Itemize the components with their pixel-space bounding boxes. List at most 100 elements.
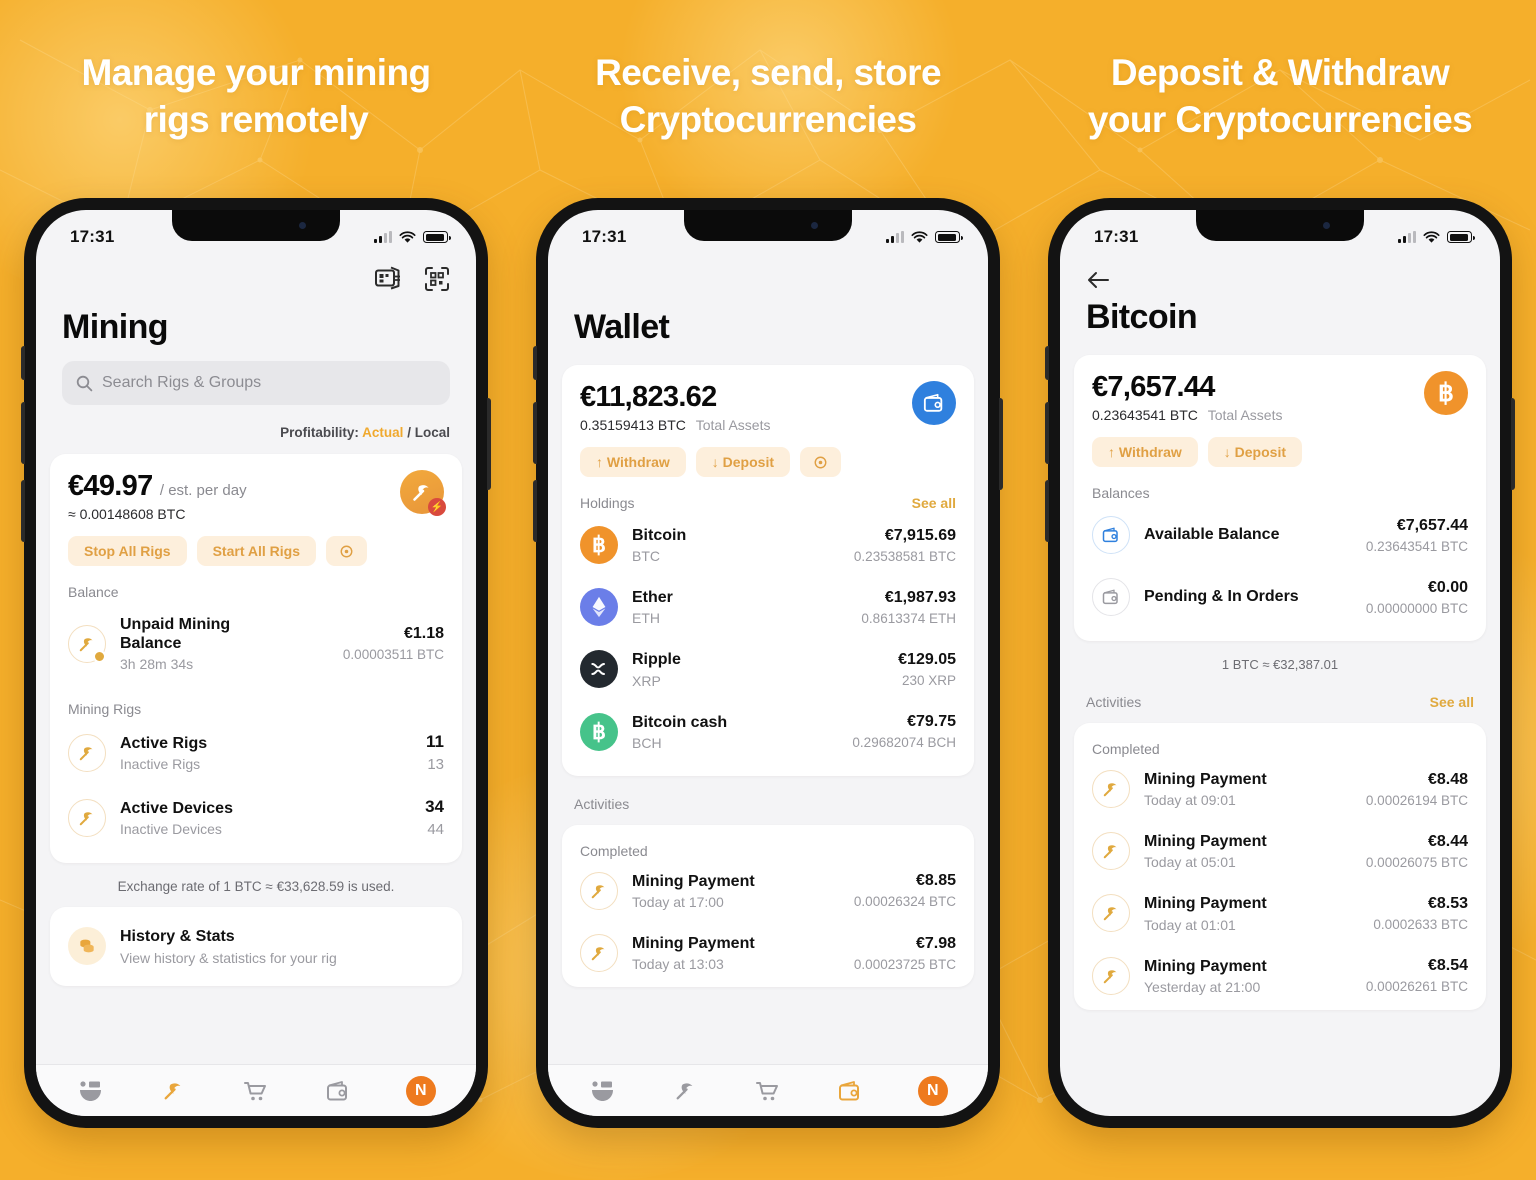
wallet-settings-button[interactable]	[800, 447, 841, 477]
pending-orders-value: €0.00	[1427, 578, 1468, 596]
list-item[interactable]: ฿ Bitcoin BTC €7,915.69 0.23538581 BTC	[580, 513, 956, 575]
page-title: Bitcoin	[1086, 298, 1198, 336]
search-placeholder: Search Rigs & Groups	[102, 374, 262, 391]
list-item[interactable]: Ripple XRP €129.05 230 XRP	[580, 637, 956, 699]
list-item[interactable]: Pending & In Orders €0.00 0.00000000 BTC	[1092, 565, 1468, 627]
activities-card: Completed Mining Payment Today at 09:01	[1074, 723, 1486, 1010]
phone-frame-bitcoin: 17:31 Bitcoin €7,657.44 0.23643541 BTC T…	[1045, 198, 1515, 1128]
panel-bitcoin: Deposit & Withdraw your Cryptocurrencies…	[1024, 0, 1536, 1128]
ripple-icon	[580, 650, 618, 689]
app-body-bitcoin: Bitcoin €7,657.44 0.23643541 BTC Total A…	[1060, 258, 1500, 1116]
phone-frame-wallet: 17:31 Wallet €11,823.62 0.35159413 BTC T…	[533, 198, 1003, 1128]
pickaxe-icon	[68, 798, 106, 837]
list-item[interactable]: Available Balance €7,657.44 0.23643541 B…	[1092, 503, 1468, 565]
profitability-separator: /	[407, 425, 411, 440]
pending-orders-title: Pending & In Orders	[1144, 588, 1299, 606]
activity-time: Today at 13:03	[632, 956, 724, 973]
headline-line-2: rigs remotely	[143, 98, 369, 140]
qr-scan-icon[interactable]	[424, 266, 450, 292]
profitability-actual[interactable]: Actual	[362, 425, 403, 440]
bitcoin-cash-icon: ฿	[580, 712, 618, 751]
status-time: 17:31	[582, 227, 627, 246]
activity-title: Mining Payment	[1144, 833, 1267, 851]
wallet-icon	[912, 381, 956, 425]
headline-line-2: Cryptocurrencies	[619, 98, 917, 140]
holding-fiat: €129.05	[898, 650, 956, 668]
status-time: 17:31	[1094, 227, 1139, 246]
battery-icon	[935, 231, 963, 243]
panel-wallet: Receive, send, store Cryptocurrencies 17…	[512, 0, 1024, 1128]
inactive-rigs-title: Inactive Rigs	[120, 755, 201, 772]
holding-fiat: €7,915.69	[884, 526, 956, 544]
mining-pool-icon	[80, 1080, 102, 1101]
tab-mining[interactable]	[146, 1071, 202, 1111]
headline-line-2: your Cryptocurrencies	[1087, 98, 1473, 140]
signal-bars-icon	[886, 231, 904, 243]
notch	[1196, 210, 1364, 241]
coins-icon	[68, 927, 106, 966]
signal-bars-icon	[1398, 231, 1416, 243]
back-button[interactable]	[1060, 258, 1500, 298]
activities-card: Completed Mining Payment Today at 17:00	[562, 824, 974, 988]
list-item[interactable]: Ether ETH €1,987.93 0.8613374 ETH	[580, 575, 956, 637]
nicehash-logo-icon: N	[405, 1075, 436, 1106]
earnings-value: €49.97	[68, 470, 153, 502]
activity-btc: 0.00026075 BTC	[1365, 854, 1468, 870]
history-stats-card[interactable]: History & Stats View history & statistic…	[50, 907, 462, 986]
activities-see-all-link[interactable]: See all	[1430, 694, 1474, 710]
search-input[interactable]: Search Rigs & Groups	[62, 361, 450, 405]
activity-title: Mining Payment	[632, 872, 755, 890]
holding-crypto: 0.23538581 BTC	[853, 548, 956, 564]
list-item[interactable]: Mining Payment Today at 13:03 €7.98 0.00…	[580, 921, 956, 983]
search-icon	[76, 375, 93, 391]
mining-settings-button[interactable]	[325, 536, 367, 566]
available-balance-title: Available Balance	[1144, 526, 1280, 544]
tab-wallet[interactable]	[310, 1071, 366, 1111]
list-item[interactable]: Mining Payment Today at 01:01 €8.53 0.00…	[1092, 881, 1468, 943]
activity-time: Today at 17:00	[632, 893, 724, 910]
history-stats-title: History & Stats	[120, 928, 235, 946]
profitability-toggle[interactable]: Profitability: Actual / Local	[36, 405, 476, 440]
exchange-rate-note: Exchange rate of 1 BTC ≈ €33,628.59 is u…	[117, 879, 395, 895]
stop-all-rigs-button[interactable]: Stop All Rigs	[68, 536, 187, 566]
list-item[interactable]: Active Devices Inactive Devices 34 44	[68, 784, 444, 849]
wallet-action-buttons: ↑ Withdraw ↓ Deposit	[580, 447, 956, 477]
tab-marketplace[interactable]	[228, 1071, 284, 1111]
gear-icon	[814, 456, 827, 468]
deposit-button[interactable]: ↓ Deposit	[695, 447, 790, 477]
deposit-button[interactable]: ↓ Deposit	[1207, 437, 1302, 467]
list-item[interactable]: Mining Payment Yesterday at 21:00 €8.54 …	[1092, 944, 1468, 1006]
activity-btc: 0.00026324 BTC	[853, 894, 956, 910]
list-item[interactable]: Unpaid Mining Balance 3h 28m 34s €1.18 0…	[68, 602, 444, 683]
tab-mining-pool[interactable]	[575, 1071, 631, 1111]
list-item[interactable]: Mining Payment Today at 09:01 €8.48 0.00…	[1092, 757, 1468, 819]
tab-mining[interactable]	[658, 1071, 714, 1111]
front-camera-icon	[1323, 222, 1330, 229]
list-item[interactable]: Active Rigs Inactive Rigs 11 13	[68, 719, 444, 784]
exchange-rate-icon[interactable]	[374, 266, 402, 292]
tab-marketplace[interactable]	[740, 1071, 796, 1111]
withdraw-button[interactable]: ↑ Withdraw	[580, 447, 686, 477]
headline-line-1: Manage your mining	[81, 52, 432, 93]
activity-time: Today at 05:01	[1144, 854, 1236, 871]
holding-crypto: 230 XRP	[901, 672, 956, 688]
holdings-see-all-link[interactable]: See all	[912, 495, 956, 511]
total-assets-amount: €11,823.62	[580, 381, 717, 413]
list-item[interactable]: Mining Payment Today at 05:01 €8.44 0.00…	[1092, 819, 1468, 881]
wifi-icon	[911, 230, 928, 243]
list-item[interactable]: Mining Payment Today at 17:00 €8.85 0.00…	[580, 859, 956, 921]
total-assets-label: Total Assets	[695, 417, 771, 433]
start-all-rigs-button[interactable]: Start All Rigs	[196, 536, 316, 566]
activities-label: Activities	[1086, 694, 1142, 710]
headline-bitcoin: Deposit & Withdraw your Cryptocurrencies	[1024, 50, 1536, 143]
tab-account[interactable]: N	[905, 1071, 961, 1111]
profitability-local[interactable]: Local	[415, 425, 450, 440]
activities-label: Activities	[574, 795, 630, 812]
list-item[interactable]: ฿ Bitcoin cash BCH €79.75 0.29682074 BCH	[580, 700, 956, 762]
tab-wallet[interactable]	[822, 1071, 878, 1111]
tab-account[interactable]: N	[393, 1071, 449, 1111]
tab-mining-pool[interactable]	[63, 1071, 119, 1111]
withdraw-button[interactable]: ↑ Withdraw	[1092, 437, 1198, 467]
rigs-section-label: Mining Rigs	[68, 701, 142, 718]
history-stats-subtitle: View history & statistics for your rig	[120, 949, 337, 966]
